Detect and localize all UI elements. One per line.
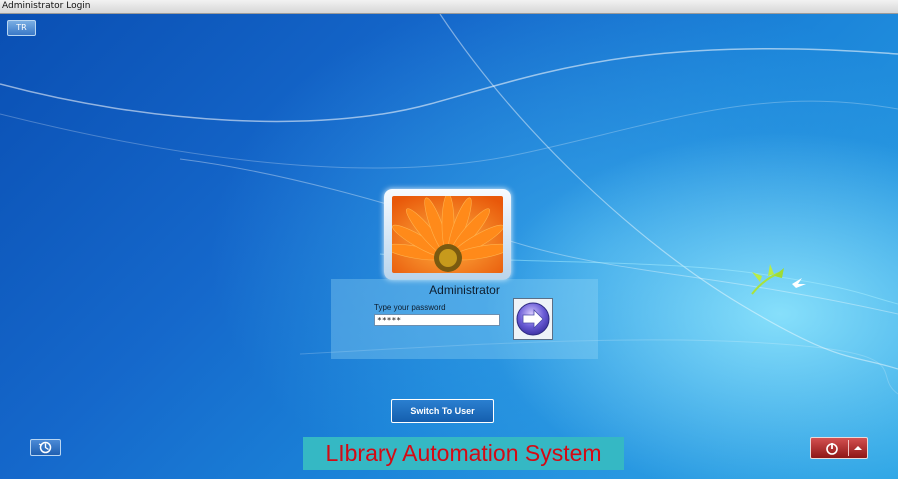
ease-of-access-button[interactable] bbox=[30, 439, 61, 456]
bird-branch-decoration bbox=[751, 264, 806, 295]
switch-user-button[interactable]: Switch To User bbox=[391, 399, 494, 423]
ease-of-access-icon bbox=[38, 441, 52, 454]
power-button[interactable] bbox=[810, 437, 868, 459]
arrow-right-icon bbox=[516, 302, 550, 336]
power-icon bbox=[826, 443, 838, 455]
power-divider bbox=[848, 440, 849, 456]
language-button[interactable]: TR bbox=[7, 20, 36, 36]
login-screen: TR Administrator Type your password ****… bbox=[0, 14, 898, 479]
username-label: Administrator bbox=[429, 283, 500, 297]
password-label: Type your password bbox=[374, 303, 446, 312]
chevron-up-icon[interactable] bbox=[853, 444, 863, 452]
submit-button[interactable] bbox=[513, 298, 553, 340]
window-titlebar: Administrator Login bbox=[0, 0, 898, 14]
password-input[interactable]: ***** bbox=[374, 314, 500, 326]
flower-avatar-image bbox=[392, 196, 503, 273]
login-panel: Administrator Type your password ***** bbox=[331, 279, 598, 359]
user-avatar bbox=[384, 189, 511, 280]
window-title: Administrator Login bbox=[2, 1, 91, 11]
app-title: LIbrary Automation System bbox=[303, 437, 624, 470]
